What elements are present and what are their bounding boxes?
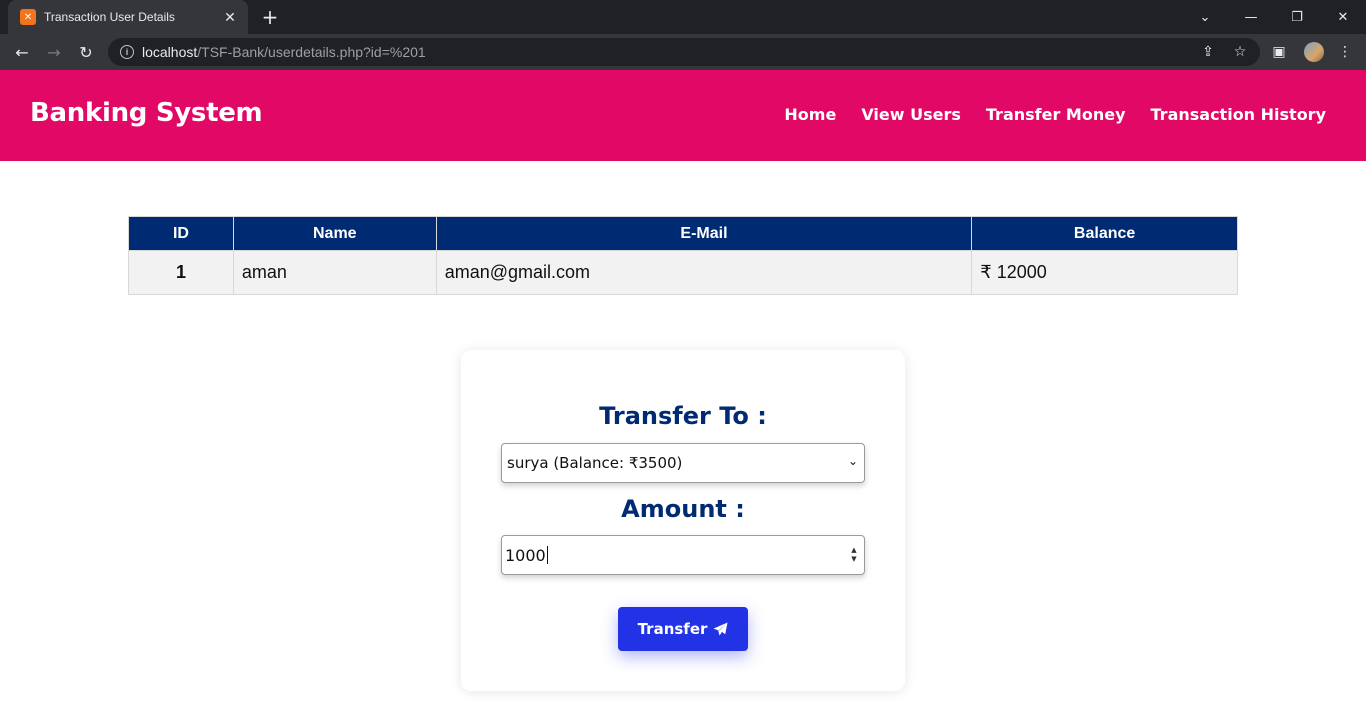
cell-email: aman@gmail.com [435,250,973,295]
stepper-up-icon[interactable]: ▲ [851,546,856,555]
back-icon[interactable]: ← [8,38,36,66]
bookmark-star-icon[interactable]: ☆ [1228,38,1252,66]
share-icon[interactable]: ⇪ [1196,38,1220,66]
transfer-form-card: Transfer To : surya (Balance: ₹3500) ⌄ A… [461,350,905,691]
transfer-button-label: Transfer [637,620,708,638]
profile-avatar[interactable] [1304,42,1324,62]
site-info-icon[interactable]: i [120,45,134,59]
nav-link-transfer-money[interactable]: Transfer Money [986,105,1126,124]
recipient-select[interactable]: surya (Balance: ₹3500) ⌄ [501,443,865,483]
chevron-down-icon: ⌄ [847,454,858,468]
tab-search-icon[interactable]: ⌄ [1182,0,1228,34]
column-header-id: ID [128,216,234,251]
xampp-icon: ✕ [20,9,36,25]
cell-id: 1 [128,250,234,295]
browser-toolbar: ← → ↻ i localhost/TSF-Bank/userdetails.p… [0,34,1366,70]
url-path: /TSF-Bank/userdetails.php?id=%201 [197,44,426,60]
cell-balance: ₹ 12000 [971,250,1238,295]
menu-dots-icon[interactable]: ⋮ [1333,38,1357,66]
side-panel-icon[interactable]: ▣ [1267,38,1291,66]
stepper-down-icon[interactable]: ▼ [851,555,856,564]
address-bar[interactable]: i localhost/TSF-Bank/userdetails.php?id=… [108,38,1260,66]
amount-input[interactable]: 1000 ▲ ▼ [501,535,865,575]
text-cursor [546,546,548,564]
user-details-table: ID Name E-Mail Balance 1 aman aman@gmail… [128,216,1238,295]
close-window-icon[interactable]: ✕ [1320,0,1366,34]
table-header-row: ID Name E-Mail Balance [128,216,1238,251]
nav-links: Home View Users Transfer Money Transacti… [784,105,1326,124]
number-stepper[interactable]: ▲ ▼ [848,544,860,566]
restore-icon[interactable]: ❐ [1274,0,1320,34]
cell-name: aman [232,250,437,295]
transfer-button[interactable]: Transfer [618,607,748,651]
forward-icon[interactable]: → [40,38,68,66]
browser-tab[interactable]: ✕ Transaction User Details ✕ [8,0,248,34]
column-header-name: Name [232,216,437,251]
reload-icon[interactable]: ↻ [72,38,100,66]
tab-title: Transaction User Details [44,10,175,24]
nav-link-view-users[interactable]: View Users [861,105,961,124]
transfer-to-label: Transfer To : [599,402,767,430]
site-navbar: Banking System Home View Users Transfer … [0,70,1366,161]
minimize-icon[interactable]: — [1228,0,1274,34]
url-host: localhost [142,44,198,60]
amount-label: Amount : [621,495,745,523]
new-tab-icon[interactable]: + [260,5,280,29]
table-row: 1 aman aman@gmail.com ₹ 12000 [128,250,1238,295]
column-header-balance: Balance [971,216,1238,251]
brand-title[interactable]: Banking System [30,98,263,128]
nav-link-home[interactable]: Home [784,105,836,124]
tab-close-icon[interactable]: ✕ [222,9,238,26]
selected-recipient: surya (Balance: ₹3500) [507,454,683,472]
browser-tab-bar: ✕ Transaction User Details ✕ + ⌄ — ❐ ✕ [0,0,1366,34]
amount-value: 1000 [505,545,546,565]
column-header-email: E-Mail [435,216,973,251]
nav-link-transaction-history[interactable]: Transaction History [1151,105,1326,124]
paper-plane-icon [713,621,728,636]
